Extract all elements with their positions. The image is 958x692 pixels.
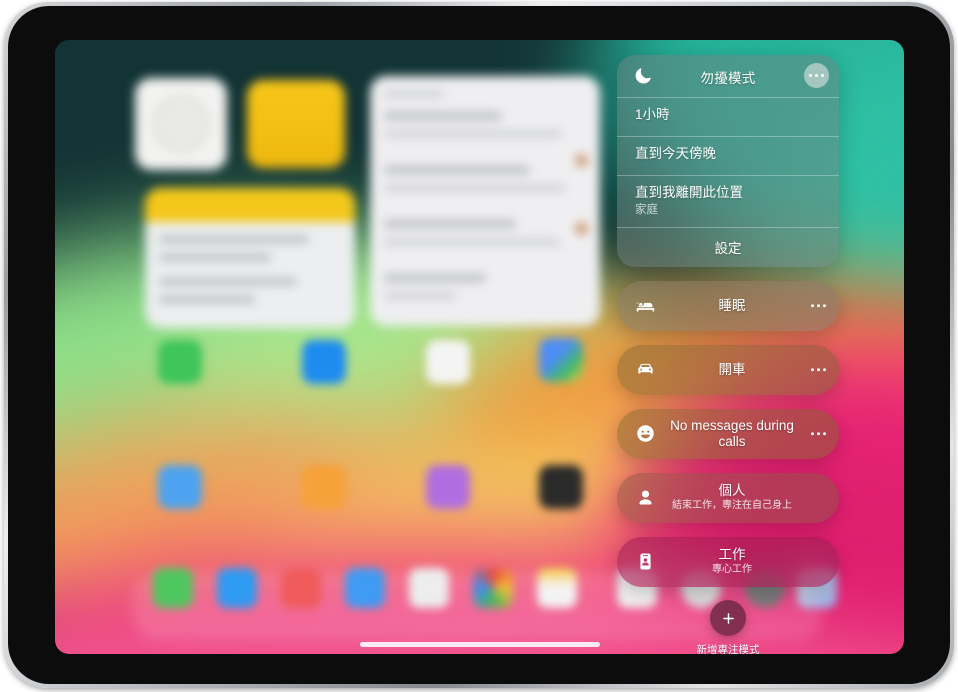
app-icon[interactable] bbox=[426, 340, 470, 384]
bed-icon bbox=[634, 295, 656, 317]
tablet-screen: 勿擾模式 1小時 直到今天傍晚 直到我離開此位置 家庭 設定 睡眠 開車 No … bbox=[55, 40, 904, 654]
dock-icon[interactable] bbox=[153, 568, 193, 608]
dock-icon[interactable] bbox=[281, 568, 321, 608]
mail-line bbox=[384, 292, 456, 300]
ellipsis-dot bbox=[822, 304, 826, 308]
focus-mode-subtitle: 結束工作，專注在自己身上 bbox=[672, 500, 792, 512]
ellipsis-dot bbox=[816, 368, 821, 372]
notes-line bbox=[159, 236, 309, 243]
ellipsis-dot bbox=[816, 432, 821, 436]
ellipsis-dot bbox=[814, 73, 819, 78]
ellipsis-dot bbox=[820, 73, 825, 78]
dock-icon[interactable] bbox=[473, 568, 513, 608]
focus-mode-sleep[interactable]: 睡眠 bbox=[617, 280, 839, 331]
mail-widget bbox=[370, 76, 600, 326]
focus-mode-text: 睡眠 bbox=[661, 298, 803, 314]
app-icon[interactable] bbox=[302, 340, 346, 384]
focus-mode-title: 睡眠 bbox=[718, 297, 746, 313]
tablet-device: 勿擾模式 1小時 直到今天傍晚 直到我離開此位置 家庭 設定 睡眠 開車 No … bbox=[0, 0, 958, 692]
ellipsis-dot bbox=[808, 73, 813, 78]
ellipsis-dot bbox=[810, 304, 815, 308]
dock-icon[interactable] bbox=[537, 568, 577, 608]
ellipsis-icon[interactable] bbox=[810, 368, 826, 372]
ellipsis-icon[interactable] bbox=[804, 63, 829, 88]
dock-icon[interactable] bbox=[409, 568, 449, 608]
focus-mode-title: 個人 bbox=[718, 483, 746, 499]
plus-icon[interactable] bbox=[710, 600, 746, 636]
person-icon bbox=[634, 487, 656, 509]
ellipsis-icon[interactable] bbox=[810, 304, 826, 308]
focus-mode-text: 工作 專心工作 bbox=[661, 547, 803, 576]
dnd-option-label: 直到我離開此位置 bbox=[635, 185, 743, 200]
do-not-disturb-card: 勿擾模式 1小時 直到今天傍晚 直到我離開此位置 家庭 設定 bbox=[617, 55, 839, 267]
notes-line bbox=[159, 296, 255, 303]
dnd-option-label: 1小時 bbox=[635, 107, 670, 122]
focus-mode-text: 開車 bbox=[661, 362, 803, 378]
home-indicator[interactable] bbox=[359, 642, 600, 647]
dnd-option-label: 直到今天傍晚 bbox=[635, 146, 716, 161]
ellipsis-dot bbox=[822, 368, 826, 372]
notes-line bbox=[159, 278, 297, 285]
mail-line bbox=[384, 274, 486, 282]
app-icon[interactable] bbox=[539, 465, 583, 509]
dnd-option-until-evening[interactable]: 直到今天傍晚 bbox=[617, 137, 839, 175]
clock-hand-long bbox=[163, 106, 199, 134]
notes-widget bbox=[145, 188, 355, 328]
mail-line bbox=[384, 220, 516, 228]
notes-widget-header bbox=[145, 188, 355, 222]
notes-line bbox=[159, 254, 271, 261]
ellipsis-dot bbox=[810, 432, 815, 436]
focus-mode-text: No messages during calls bbox=[661, 418, 803, 450]
ellipsis-dot bbox=[810, 368, 815, 372]
id-badge-icon bbox=[634, 551, 656, 573]
focus-mode-driving[interactable]: 開車 bbox=[617, 344, 839, 395]
mail-avatar bbox=[575, 222, 588, 235]
app-icon[interactable] bbox=[539, 338, 583, 382]
mail-line bbox=[384, 112, 502, 120]
mail-line bbox=[384, 130, 562, 138]
clock-widget bbox=[135, 78, 227, 170]
ellipsis-icon[interactable] bbox=[810, 432, 826, 436]
mail-line bbox=[384, 238, 560, 246]
focus-mode-text: 個人 結束工作，專注在自己身上 bbox=[661, 483, 803, 512]
mail-line bbox=[384, 184, 566, 192]
dnd-option-sublabel: 家庭 bbox=[635, 203, 658, 216]
focus-mode-subtitle: 專心工作 bbox=[712, 564, 752, 576]
mail-avatar bbox=[575, 154, 588, 167]
app-icon[interactable] bbox=[158, 465, 202, 509]
car-icon bbox=[634, 359, 656, 381]
focus-mode-title: 開車 bbox=[718, 361, 746, 377]
ellipsis-dot bbox=[822, 432, 826, 436]
focus-mode-no-messages-during-calls[interactable]: No messages during calls bbox=[617, 408, 839, 459]
app-icon[interactable] bbox=[426, 465, 470, 509]
focus-mode-personal[interactable]: 個人 結束工作，專注在自己身上 bbox=[617, 472, 839, 523]
app-icon[interactable] bbox=[158, 340, 202, 384]
app-icon[interactable] bbox=[302, 465, 346, 509]
dnd-option-one-hour[interactable]: 1小時 bbox=[617, 98, 839, 136]
add-focus-mode-label: 新增專注模式 bbox=[696, 644, 760, 654]
dnd-option-until-leave-location[interactable]: 直到我離開此位置 家庭 bbox=[617, 176, 839, 227]
focus-mode-title: No messages during calls bbox=[670, 417, 794, 449]
dock-icon[interactable] bbox=[217, 568, 257, 608]
yellow-widget bbox=[247, 80, 345, 168]
mail-line bbox=[384, 166, 530, 174]
add-focus-mode[interactable]: 新增專注模式 bbox=[617, 600, 839, 654]
dnd-settings-button[interactable]: 設定 bbox=[617, 228, 839, 267]
mail-line bbox=[384, 90, 444, 98]
clock-hand-short bbox=[165, 115, 197, 141]
focus-mode-title: 工作 bbox=[718, 547, 746, 563]
smiley-icon bbox=[634, 423, 656, 445]
do-not-disturb-header[interactable]: 勿擾模式 bbox=[617, 55, 839, 97]
dock-icon[interactable] bbox=[345, 568, 385, 608]
ellipsis-dot bbox=[816, 304, 821, 308]
focus-control-panel: 勿擾模式 1小時 直到今天傍晚 直到我離開此位置 家庭 設定 睡眠 開車 No … bbox=[617, 55, 839, 601]
focus-mode-work[interactable]: 工作 專心工作 bbox=[617, 536, 839, 587]
